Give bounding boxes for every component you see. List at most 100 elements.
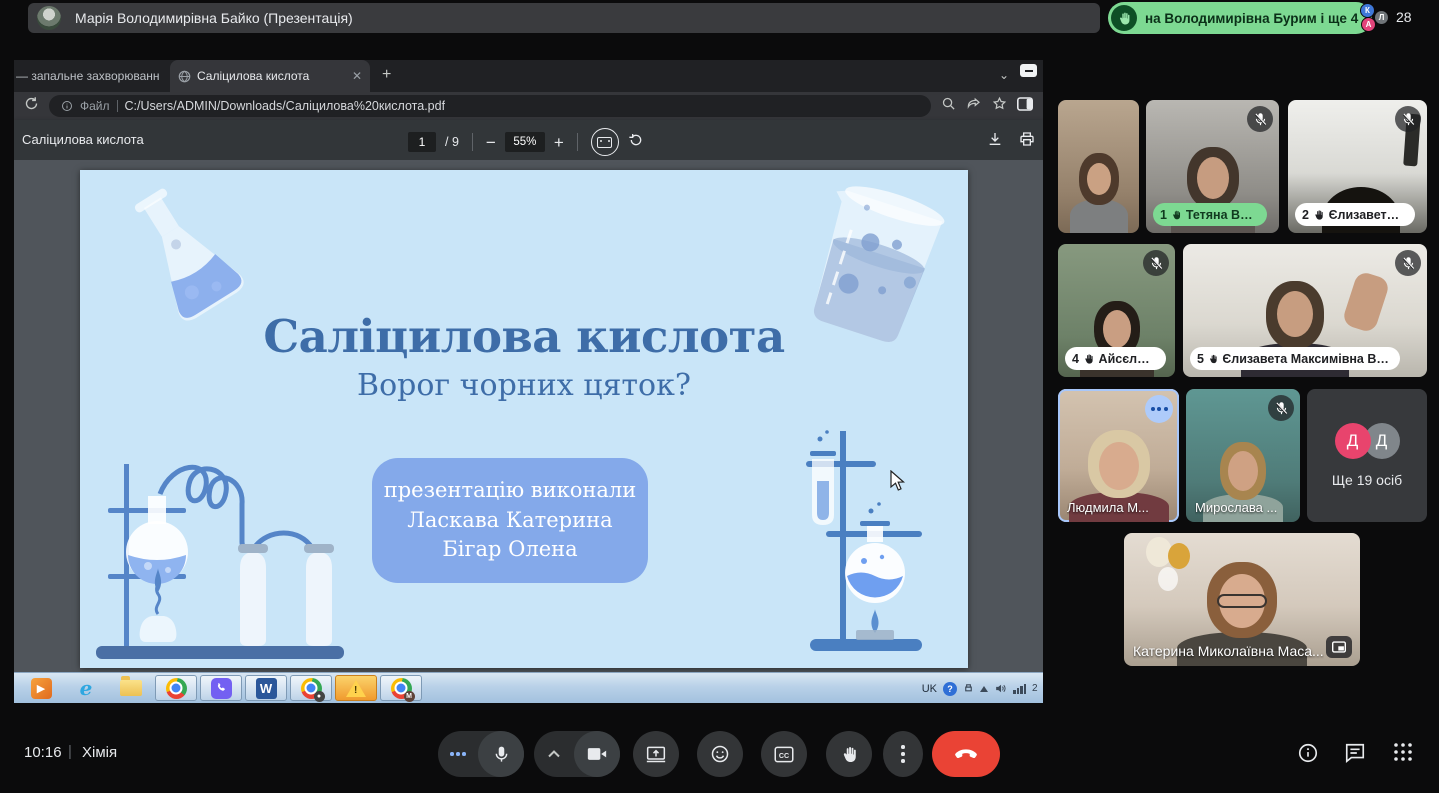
more-participants-label: Ще 19 осіб bbox=[1332, 472, 1402, 488]
volume-tray-icon[interactable] bbox=[994, 682, 1007, 695]
glasses bbox=[1217, 594, 1267, 608]
download-icon[interactable] bbox=[987, 131, 1003, 152]
meeting-name: Хімія bbox=[82, 744, 117, 761]
tab-close-icon[interactable]: ✕ bbox=[352, 69, 362, 83]
participant-tile[interactable]: 2 Єлизавета ... bbox=[1288, 100, 1427, 233]
pdf-toolbar: Саліцилова кислота 1 / 9 − 55% + bbox=[14, 120, 1043, 160]
more-options-button[interactable] bbox=[883, 731, 923, 777]
chrome-meet-icon[interactable]: M bbox=[380, 675, 422, 701]
reactions-button[interactable] bbox=[697, 731, 743, 777]
presenter-bar: Марія Володимирівна Байко (Презентація) bbox=[28, 3, 1100, 33]
hand-number: 4 bbox=[1072, 352, 1079, 366]
media-player-icon[interactable]: ▶ bbox=[20, 675, 62, 701]
credit-line: Ласкава Катерина bbox=[407, 506, 612, 535]
zoom-in-button[interactable]: + bbox=[554, 134, 564, 151]
chat-button[interactable] bbox=[1344, 742, 1366, 769]
word-icon[interactable]: W bbox=[245, 675, 287, 701]
hand-icon bbox=[1313, 209, 1325, 221]
hand-raised-badge: 4 Айсєль ... bbox=[1065, 347, 1166, 370]
page-number-input[interactable]: 1 bbox=[408, 132, 436, 152]
viber-icon[interactable] bbox=[200, 675, 242, 701]
tab-title: Саліцилова кислота bbox=[197, 69, 309, 83]
tray-clock[interactable]: 2 bbox=[1032, 683, 1041, 694]
browser-tab-inactive[interactable]: — запальне захворюванн ✕ bbox=[14, 60, 166, 92]
zoom-level[interactable]: 55% bbox=[505, 132, 545, 152]
present-screen-button[interactable] bbox=[633, 731, 679, 777]
help-tray-icon[interactable]: ? bbox=[943, 682, 957, 696]
participant-count[interactable]: 28 bbox=[1396, 9, 1412, 25]
address-bar[interactable]: Файл C:/Users/ADMIN/Downloads/Саліцилова… bbox=[49, 95, 931, 117]
browser-tab-active[interactable]: Саліцилова кислота ✕ bbox=[170, 60, 370, 92]
slide-subtitle: Ворог чорних цяток? bbox=[80, 368, 968, 403]
end-call-button[interactable] bbox=[932, 731, 1000, 777]
participant-tile[interactable]: Мирослава ... bbox=[1186, 389, 1300, 522]
file-explorer-icon[interactable] bbox=[110, 675, 152, 701]
network-tray-icon[interactable] bbox=[1013, 684, 1026, 694]
reload-icon[interactable] bbox=[24, 96, 39, 116]
svg-text:CC: CC bbox=[779, 751, 789, 759]
zoom-search-icon[interactable] bbox=[941, 96, 956, 116]
rotate-button[interactable] bbox=[628, 132, 644, 153]
url-scheme: Файл bbox=[80, 99, 110, 113]
participant-name: Катерина Миколаївна Маса... bbox=[1133, 643, 1324, 659]
participant-tile-active-speaker[interactable]: Людмила М... bbox=[1058, 389, 1179, 522]
camera-button[interactable] bbox=[574, 731, 620, 777]
side-panel-icon[interactable] bbox=[1017, 97, 1033, 116]
more-participants-tile[interactable]: Д Д Ще 19 осіб bbox=[1307, 389, 1427, 522]
presenter-name: Марія Володимирівна Байко (Презентація) bbox=[75, 10, 353, 26]
hand-icon bbox=[1171, 209, 1182, 221]
divider bbox=[577, 133, 578, 151]
slide-title: Саліцилова кислота bbox=[80, 310, 968, 363]
bookmark-star-icon[interactable] bbox=[992, 96, 1007, 116]
raise-hand-button[interactable] bbox=[826, 731, 872, 777]
tab-title: — запальне захворюванн bbox=[16, 69, 160, 83]
participant-tile[interactable] bbox=[1058, 100, 1139, 233]
minimize-window-button[interactable] bbox=[1020, 64, 1037, 77]
pdf-controls: 1 / 9 − 55% + bbox=[408, 128, 644, 156]
pdf-document-title: Саліцилова кислота bbox=[22, 132, 144, 147]
zoom-out-button[interactable]: − bbox=[486, 134, 496, 151]
show-hidden-icons[interactable] bbox=[980, 686, 988, 692]
fit-width-button[interactable] bbox=[591, 128, 619, 156]
participant-name: Айсєль ... bbox=[1099, 352, 1157, 366]
microphone-button[interactable] bbox=[478, 731, 524, 777]
raised-hands-pill[interactable]: на Володимирівна Бурим і ще 4 bbox=[1108, 2, 1372, 34]
pdf-page-area[interactable]: Саліцилова кислота Ворог чорних цяток? п… bbox=[14, 160, 1043, 672]
new-tab-button[interactable]: + bbox=[382, 67, 391, 83]
participants-avatar-cluster[interactable]: К Л А bbox=[1358, 3, 1392, 33]
hand-raised-badge: 2 Єлизавета ... bbox=[1295, 203, 1415, 226]
hand-number: 2 bbox=[1302, 208, 1309, 222]
mic-muted-icon bbox=[1395, 106, 1421, 132]
balloon bbox=[1158, 567, 1178, 591]
tile-options-button[interactable] bbox=[1145, 395, 1173, 423]
language-indicator[interactable]: UK bbox=[922, 683, 937, 695]
mic-muted-icon bbox=[1268, 395, 1294, 421]
page-info-icon[interactable] bbox=[61, 100, 73, 112]
tab-search-chevron-icon[interactable]: ⌄ bbox=[999, 68, 1009, 82]
apps-grid-button[interactable] bbox=[1393, 742, 1413, 767]
participant-tile[interactable]: 5 Єлизавета Максимівна Ворна... bbox=[1183, 244, 1427, 377]
browser-tabstrip: — запальне захворюванн ✕ Саліцилова кисл… bbox=[14, 60, 1043, 92]
hand-number: 5 bbox=[1197, 352, 1204, 366]
meeting-info-button[interactable] bbox=[1297, 742, 1319, 769]
internet-explorer-icon[interactable]: e bbox=[65, 675, 107, 701]
participant-name: Єлизавета ... bbox=[1329, 208, 1406, 222]
chrome-icon[interactable] bbox=[155, 675, 197, 701]
avatar: К bbox=[1360, 3, 1375, 18]
tray-app-icon[interactable] bbox=[963, 683, 974, 694]
picture-in-picture-icon[interactable] bbox=[1326, 636, 1352, 658]
warning-icon[interactable]: ! bbox=[335, 675, 377, 701]
participant-tile[interactable]: Катерина Миколаївна Маса... bbox=[1124, 533, 1360, 666]
camera-control-group bbox=[534, 731, 620, 777]
print-icon[interactable] bbox=[1019, 131, 1035, 152]
camera-options-chevron-icon[interactable] bbox=[534, 750, 574, 758]
audio-options-icon[interactable] bbox=[438, 752, 478, 756]
captions-button[interactable]: CC bbox=[761, 731, 807, 777]
participant-tile[interactable]: 4 Айсєль ... bbox=[1058, 244, 1175, 377]
participant-tile[interactable]: 1 Тетяна Вол... bbox=[1146, 100, 1279, 233]
globe-favicon-icon bbox=[178, 70, 191, 83]
mic-muted-icon bbox=[1395, 250, 1421, 276]
chrome-profile-icon[interactable]: ● bbox=[290, 675, 332, 701]
share-icon[interactable] bbox=[966, 96, 982, 116]
participant-name: Мирослава ... bbox=[1195, 500, 1277, 515]
